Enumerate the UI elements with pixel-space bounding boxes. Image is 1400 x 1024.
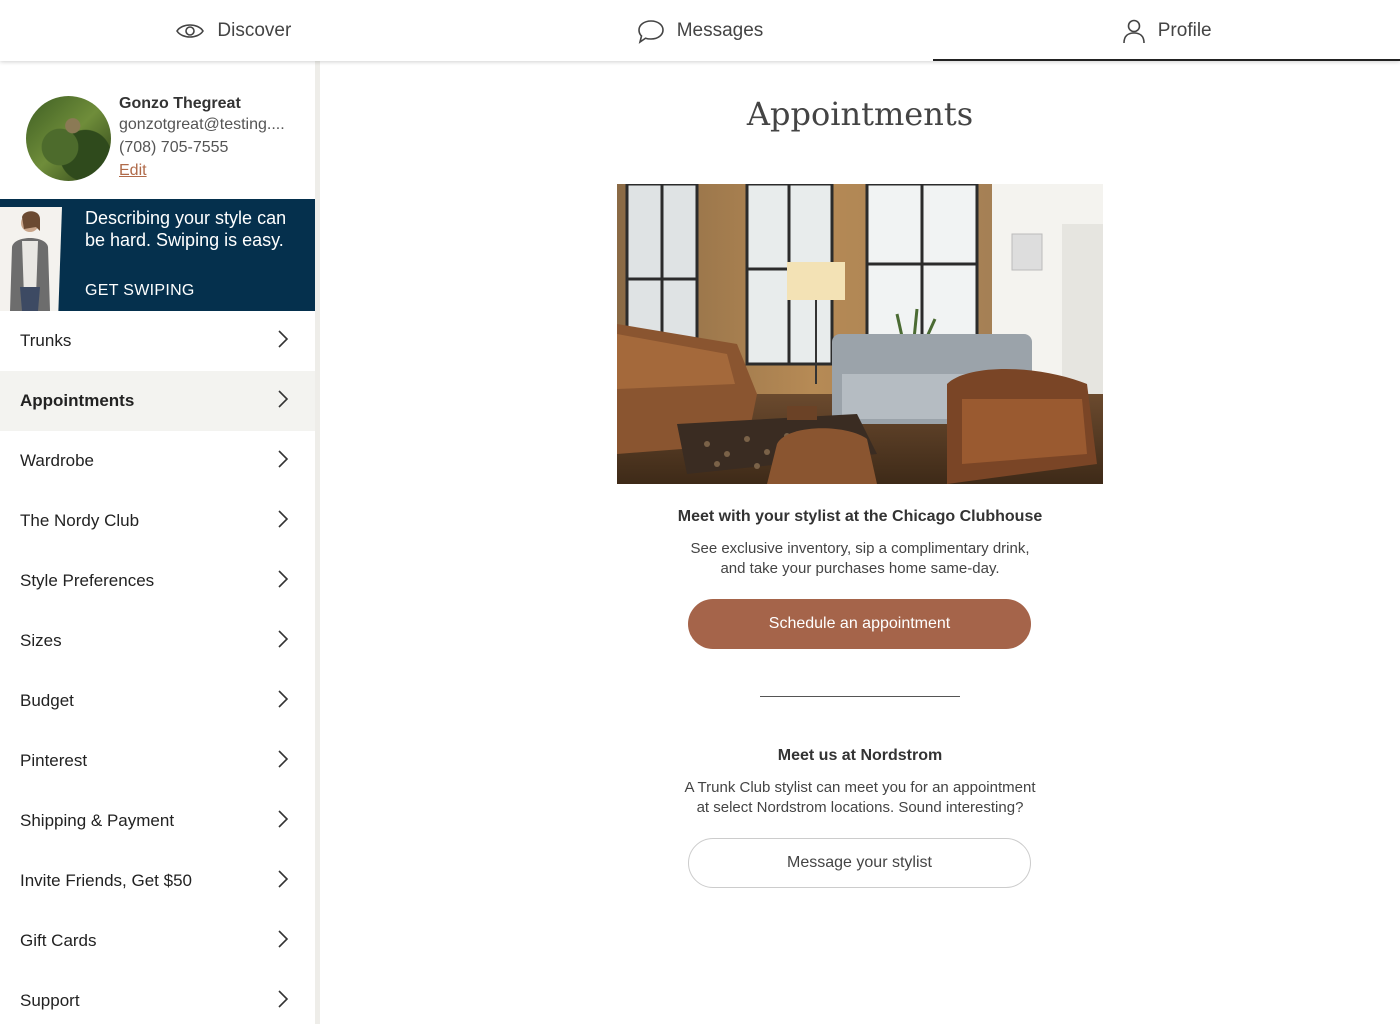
sidebar-item-label: Style Preferences bbox=[20, 571, 155, 590]
chevron-right-icon bbox=[277, 329, 289, 354]
chevron-right-icon bbox=[277, 629, 289, 654]
message-stylist-button[interactable]: Message your stylist bbox=[688, 838, 1031, 888]
tab-profile-label: Profile bbox=[1157, 19, 1212, 41]
main-content: Appointments Meet with your stylist at t… bbox=[320, 61, 1400, 1024]
sidebar-item-label: Trunks bbox=[20, 331, 72, 350]
page-title: Appointments bbox=[746, 95, 974, 133]
chevron-right-icon bbox=[277, 569, 289, 594]
sidebar-item-label: Appointments bbox=[20, 391, 135, 410]
chevron-right-icon bbox=[277, 809, 289, 834]
chat-bubble-icon bbox=[637, 18, 665, 44]
tab-discover[interactable]: Discover bbox=[0, 0, 467, 61]
sidebar-item-label: Gift Cards bbox=[20, 931, 97, 950]
section-divider bbox=[760, 696, 960, 697]
clubhouse-description-line-2: and take your purchases home same-day. bbox=[720, 560, 1000, 577]
sidebar-item-label: Sizes bbox=[20, 631, 62, 650]
sidebar-item-gift-cards[interactable]: Gift Cards bbox=[0, 911, 315, 971]
sidebar-item-support[interactable]: Support bbox=[0, 971, 315, 1024]
get-swiping-link[interactable]: GET SWIPING bbox=[85, 282, 195, 300]
avatar bbox=[26, 96, 111, 181]
sidebar-menu: Trunks Appointments Wardrobe The Nordy C… bbox=[0, 311, 315, 1024]
person-icon bbox=[1122, 18, 1146, 44]
tab-messages-label: Messages bbox=[676, 19, 764, 41]
nordstrom-heading: Meet us at Nordstrom bbox=[777, 747, 943, 764]
sidebar: Gonzo Thegreat gonzotgreat@testing.... (… bbox=[0, 61, 315, 1024]
sidebar-item-invite-friends[interactable]: Invite Friends, Get $50 bbox=[0, 851, 315, 911]
chevron-right-icon bbox=[277, 449, 289, 474]
sidebar-item-budget[interactable]: Budget bbox=[0, 671, 315, 731]
chevron-right-icon bbox=[277, 749, 289, 774]
sidebar-item-wardrobe[interactable]: Wardrobe bbox=[0, 431, 315, 491]
sidebar-item-appointments[interactable]: Appointments bbox=[0, 371, 315, 431]
sidebar-item-sizes[interactable]: Sizes bbox=[0, 611, 315, 671]
sidebar-item-pinterest[interactable]: Pinterest bbox=[0, 731, 315, 791]
schedule-appointment-button[interactable]: Schedule an appointment bbox=[688, 599, 1031, 649]
sidebar-item-label: Invite Friends, Get $50 bbox=[20, 871, 192, 890]
sidebar-item-style-preferences[interactable]: Style Preferences bbox=[0, 551, 315, 611]
clubhouse-photo bbox=[617, 184, 1103, 484]
profile-card: Gonzo Thegreat gonzotgreat@testing.... (… bbox=[0, 61, 315, 199]
chevron-right-icon bbox=[277, 509, 289, 534]
nordstrom-description-line-2: at select Nordstrom locations. Sound int… bbox=[696, 799, 1024, 816]
sidebar-item-label: Support bbox=[20, 991, 80, 1010]
clubhouse-description-line-1: See exclusive inventory, sip a complimen… bbox=[690, 540, 1030, 557]
sidebar-item-nordy-club[interactable]: The Nordy Club bbox=[0, 491, 315, 551]
chevron-right-icon bbox=[277, 689, 289, 714]
promo-model-image bbox=[0, 207, 70, 311]
tab-discover-label: Discover bbox=[217, 19, 292, 41]
tab-profile[interactable]: Profile bbox=[933, 0, 1400, 61]
chevron-right-icon bbox=[277, 389, 289, 414]
sidebar-item-label: Shipping & Payment bbox=[20, 811, 175, 830]
sidebar-item-label: The Nordy Club bbox=[20, 511, 140, 530]
profile-name: Gonzo Thegreat bbox=[119, 95, 241, 112]
profile-phone: (708) 705-7555 bbox=[119, 139, 229, 156]
chevron-right-icon bbox=[277, 869, 289, 894]
sidebar-item-label: Wardrobe bbox=[20, 451, 95, 470]
edit-profile-link[interactable]: Edit bbox=[119, 162, 147, 180]
profile-email: gonzotgreat@testing.... bbox=[119, 116, 285, 133]
sidebar-item-trunks[interactable]: Trunks bbox=[0, 311, 315, 371]
clubhouse-heading: Meet with your stylist at the Chicago Cl… bbox=[677, 508, 1043, 525]
nordstrom-description-line-1: A Trunk Club stylist can meet you for an… bbox=[684, 779, 1036, 796]
chevron-right-icon bbox=[277, 929, 289, 954]
tab-messages[interactable]: Messages bbox=[467, 0, 934, 61]
top-navigation: Discover Messages Profile bbox=[0, 0, 1400, 61]
swiping-promo-banner[interactable]: Describing your style can be hard. Swipi… bbox=[0, 199, 315, 311]
promo-text: Describing your style can be hard. Swipi… bbox=[85, 208, 287, 250]
sidebar-item-label: Pinterest bbox=[20, 751, 88, 770]
eye-icon bbox=[175, 21, 205, 41]
chevron-right-icon bbox=[277, 989, 289, 1014]
sidebar-item-label: Budget bbox=[20, 691, 74, 710]
sidebar-item-shipping-payment[interactable]: Shipping & Payment bbox=[0, 791, 315, 851]
